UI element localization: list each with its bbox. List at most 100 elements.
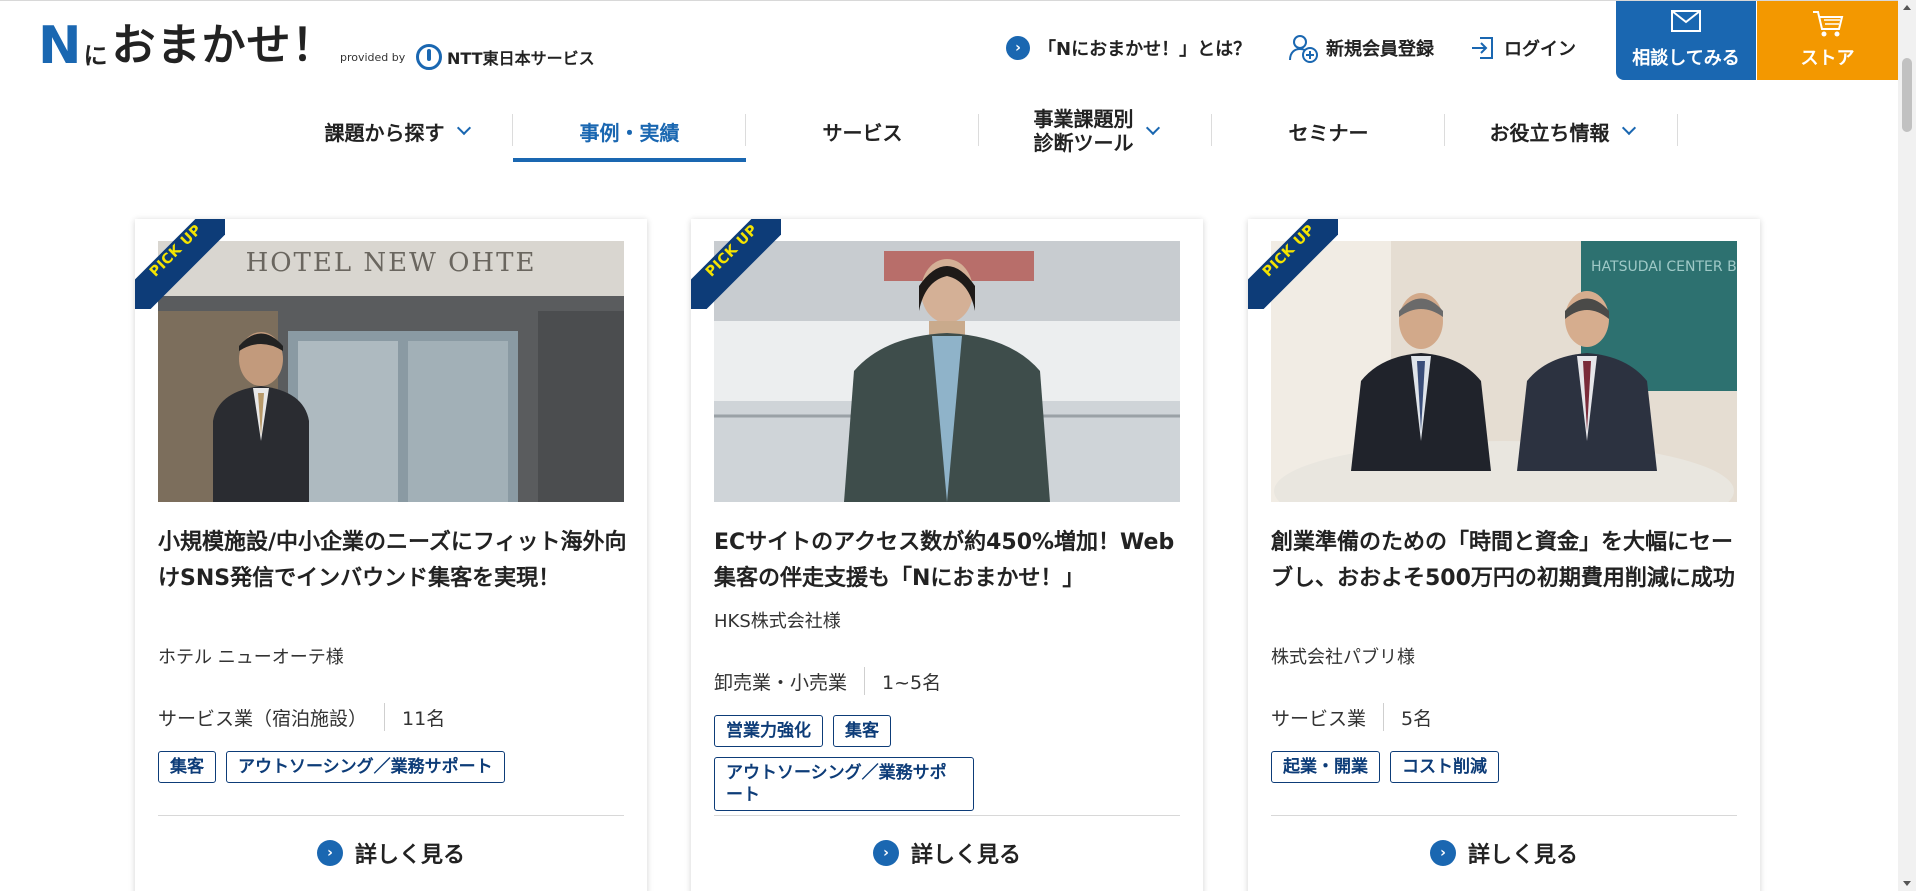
meta-separator bbox=[864, 667, 866, 695]
nav-item-label-line1: 事業課題別 bbox=[1033, 107, 1134, 131]
case-photo: HATSUDAI CENTER BUILDING bbox=[1271, 241, 1737, 502]
nav-item-issues[interactable]: 課題から探す bbox=[280, 100, 513, 162]
nav-item-label: 事業課題別 診断ツール bbox=[1034, 107, 1134, 155]
add-user-icon bbox=[1289, 35, 1318, 63]
nav-item-useful-info[interactable]: お役立ち情報 bbox=[1445, 100, 1678, 162]
case-tags: 起業・開業 コスト削減 bbox=[1271, 751, 1741, 783]
register-link[interactable]: 新規会員登録 bbox=[1288, 33, 1434, 63]
tag[interactable]: コスト削減 bbox=[1390, 751, 1499, 783]
nav-item-label: セミナー bbox=[1288, 120, 1369, 145]
case-card[interactable]: PICK UP HATSUDAI CENTER BUILDING 創業準備のため… bbox=[1248, 219, 1760, 891]
case-industry: 卸売業・小売業 bbox=[714, 671, 848, 694]
logo-text: おまかせ！ bbox=[111, 20, 337, 71]
case-card[interactable]: PICK UP ECサイトのアクセス数が約450%増加！Web集客の伴走支援も「… bbox=[691, 219, 1203, 891]
cart-icon bbox=[1812, 11, 1843, 37]
page-scrollbar[interactable] bbox=[1898, 0, 1916, 891]
global-nav: 課題から探す 事例・実績 サービス 事業課題別 診断ツール セミナー お役立ち情… bbox=[280, 100, 1678, 162]
case-company: HKS株式会社様 bbox=[714, 611, 841, 632]
pickup-band bbox=[1248, 219, 1338, 309]
case-card[interactable]: PICK UP HOTEL NEW OHTE 小規模施設/中小企業のニーズにフィ… bbox=[135, 219, 647, 891]
case-meta: サービス業 5名 bbox=[1271, 703, 1432, 731]
read-more-link[interactable]: › 詳しく見る bbox=[1248, 837, 1760, 869]
store-button-label: ストア bbox=[1800, 48, 1855, 69]
provided-by-label: provided by bbox=[340, 51, 406, 64]
card-divider bbox=[714, 815, 1180, 816]
case-industry: サービス業 bbox=[1271, 707, 1367, 730]
login-icon bbox=[1472, 37, 1493, 59]
read-more-link[interactable]: › 詳しく見る bbox=[691, 837, 1203, 869]
scroll-up-icon[interactable] bbox=[1903, 5, 1911, 10]
login-link[interactable]: ログイン bbox=[1470, 35, 1576, 61]
meta-separator bbox=[384, 703, 386, 731]
read-more-label: 詳しく見る bbox=[1467, 843, 1578, 868]
chevron-right-icon: › bbox=[1429, 840, 1456, 866]
site-header: N に おまかせ！ provided by NTT東日本サービス › 「Nにおま… bbox=[0, 0, 1898, 100]
nav-item-label: 事例・実績 bbox=[579, 120, 680, 145]
case-industry: サービス業（宿泊施設） bbox=[158, 707, 368, 730]
case-employees: 5名 bbox=[1401, 707, 1433, 730]
nav-item-label-line2: 診断ツール bbox=[1033, 131, 1134, 155]
read-more-label: 詳しく見る bbox=[354, 843, 465, 868]
nav-item-case-studies[interactable]: 事例・実績 bbox=[513, 100, 746, 162]
case-title[interactable]: ECサイトのアクセス数が約450%増加！Web集客の伴走支援も「Nにおまかせ！」 bbox=[714, 525, 1184, 597]
nav-item-label: サービス bbox=[822, 120, 903, 145]
scroll-thumb[interactable] bbox=[1902, 58, 1912, 132]
pickup-badge: PICK UP bbox=[135, 219, 225, 309]
tag[interactable]: アウトソーシング／業務サポート bbox=[226, 751, 505, 783]
about-link-label: 「Nにおまかせ！」とは？ bbox=[1038, 39, 1252, 60]
tag[interactable]: アウトソーシング／業務サポート bbox=[714, 757, 974, 811]
case-tags: 営業力強化 集客 アウトソーシング／業務サポート bbox=[714, 715, 974, 811]
mail-icon bbox=[1671, 10, 1701, 32]
nav-item-services[interactable]: サービス bbox=[746, 100, 979, 162]
case-photo bbox=[714, 241, 1180, 502]
case-company: ホテル ニューオーテ様 bbox=[158, 647, 344, 668]
card-divider bbox=[1271, 815, 1737, 816]
scroll-down-icon[interactable] bbox=[1903, 881, 1911, 886]
card-divider bbox=[158, 815, 624, 816]
pickup-band bbox=[691, 219, 781, 309]
about-link[interactable]: › 「Nにおまかせ！」とは？ bbox=[1006, 35, 1251, 61]
tag[interactable]: 集客 bbox=[833, 715, 891, 747]
case-employees: 1~5名 bbox=[882, 671, 942, 694]
read-more-link[interactable]: › 詳しく見る bbox=[135, 837, 647, 869]
chevron-right-icon: › bbox=[1006, 36, 1030, 60]
active-underline bbox=[513, 158, 746, 162]
nav-item-seminar[interactable]: セミナー bbox=[1212, 100, 1445, 162]
tag[interactable]: 集客 bbox=[158, 751, 216, 783]
site-logo[interactable]: N に おまかせ！ bbox=[38, 16, 337, 76]
chevron-down-icon bbox=[1621, 120, 1636, 136]
chevron-down-icon bbox=[456, 120, 471, 136]
pickup-badge: PICK UP bbox=[1248, 219, 1338, 309]
read-more-label: 詳しく見る bbox=[910, 843, 1021, 868]
store-button[interactable]: ストア bbox=[1757, 1, 1898, 80]
pickup-badge: PICK UP bbox=[691, 219, 781, 309]
case-employees: 11名 bbox=[402, 707, 446, 730]
case-company: 株式会社パブリ様 bbox=[1271, 647, 1415, 668]
consult-button[interactable]: 相談してみる bbox=[1616, 1, 1756, 80]
case-photo: HOTEL NEW OHTE bbox=[158, 241, 624, 502]
building-sign: HATSUDAI CENTER BUILDING bbox=[1591, 259, 1737, 275]
logo-ni: に bbox=[83, 42, 108, 70]
case-tags: 集客 アウトソーシング／業務サポート bbox=[158, 751, 628, 783]
case-title[interactable]: 小規模施設/中小企業のニーズにフィット海外向けSNS発信でインバウンド集客を実現… bbox=[158, 525, 628, 597]
consult-button-label: 相談してみる bbox=[1632, 48, 1740, 69]
hotel-sign: HOTEL NEW OHTE bbox=[246, 248, 537, 278]
ntt-company-name: NTT東日本サービス bbox=[447, 49, 595, 68]
tag[interactable]: 起業・開業 bbox=[1271, 751, 1380, 783]
logo-n: N bbox=[38, 16, 82, 76]
chevron-right-icon: › bbox=[316, 840, 343, 866]
ntt-mark-icon bbox=[416, 44, 442, 70]
case-meta: サービス業（宿泊施設） 11名 bbox=[158, 703, 445, 731]
nav-item-diagnosis-tool[interactable]: 事業課題別 診断ツール bbox=[979, 100, 1212, 162]
chevron-right-icon: › bbox=[872, 840, 899, 866]
pickup-band bbox=[135, 219, 225, 309]
register-link-label: 新規会員登録 bbox=[1326, 39, 1434, 60]
nav-item-label: お役立ち情報 bbox=[1489, 120, 1610, 145]
login-link-label: ログイン bbox=[1504, 39, 1576, 60]
tag[interactable]: 営業力強化 bbox=[714, 715, 823, 747]
chevron-down-icon bbox=[1145, 120, 1160, 136]
nav-item-label: 課題から探す bbox=[324, 120, 445, 145]
meta-separator bbox=[1383, 703, 1385, 731]
case-meta: 卸売業・小売業 1~5名 bbox=[714, 667, 941, 695]
case-title[interactable]: 創業準備のための「時間と資金」を大幅にセーブし、おおよそ500万円の初期費用削減… bbox=[1271, 525, 1741, 597]
